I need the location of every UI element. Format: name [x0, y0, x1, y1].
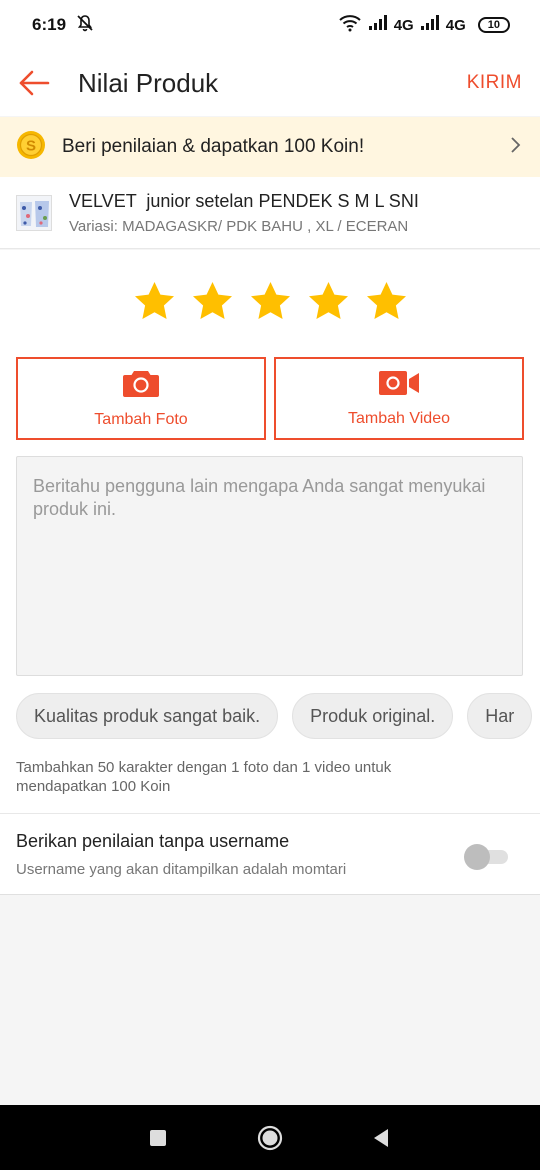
product-name: VELVET junior setelan PENDEK S M L SNI [69, 190, 419, 211]
suggestion-chip[interactable]: Har [467, 693, 533, 739]
product-thumbnail [16, 194, 52, 231]
suggestion-chip[interactable]: Kualitas produk sangat baik. [16, 693, 279, 739]
add-photo-label: Tambah Foto [94, 411, 188, 428]
home-icon[interactable] [257, 1125, 283, 1151]
signal-icon [420, 15, 440, 35]
coin-reward-banner[interactable]: S Beri penilaian & dapatkan 100 Koin! [0, 117, 540, 177]
camera-icon [122, 368, 160, 403]
anonymous-review-row: Berikan penilaian tanpa username Usernam… [0, 813, 540, 895]
anonymous-toggle[interactable] [464, 843, 508, 870]
wifi-icon [338, 14, 362, 36]
coin-symbol: S [26, 137, 36, 154]
video-camera-icon [378, 369, 420, 402]
star-icon[interactable] [133, 280, 176, 323]
product-summary: VELVET junior setelan PENDEK S M L SNI V… [0, 177, 540, 249]
coin-banner-text: Beri penilaian & dapatkan 100 Koin! [62, 136, 365, 157]
system-nav-bar [0, 1105, 540, 1170]
add-photo-button[interactable]: Tambah Foto [16, 357, 266, 440]
battery-icon: 10 [477, 17, 510, 33]
back-icon[interactable] [368, 1125, 394, 1151]
page-title: Nilai Produk [78, 67, 219, 98]
back-arrow-icon[interactable] [2, 50, 66, 116]
anonymous-description: Username yang akan ditampilkan adalah mo… [16, 861, 347, 878]
network-label-1: 4G [393, 16, 414, 34]
network-label-2: 4G [445, 16, 466, 34]
review-text-input[interactable]: Beritahu pengguna lain mengapa Anda sang… [16, 456, 523, 676]
chevron-right-icon [510, 136, 522, 159]
coin-icon: S [16, 130, 46, 165]
recent-apps-icon[interactable] [145, 1125, 171, 1151]
suggestion-chip[interactable]: Produk original. [292, 693, 454, 739]
star-rating [0, 280, 540, 323]
submit-button[interactable]: KIRIM [467, 72, 522, 94]
status-bar: 6:19 4G 4G 10 [0, 0, 540, 50]
suggestion-chips: Kualitas produk sangat baik. Produk orig… [16, 693, 533, 739]
coin-hint-text: Tambahkan 50 karakter dengan 1 foto dan … [16, 759, 392, 795]
mute-icon [76, 14, 94, 37]
star-icon[interactable] [191, 280, 234, 323]
signal-icon [368, 15, 388, 35]
status-time: 6:19 [32, 15, 67, 34]
add-video-label: Tambah Video [348, 410, 450, 427]
app-bar: Nilai Produk KIRIM [0, 50, 540, 116]
star-icon[interactable] [307, 280, 350, 323]
status-icons: 4G 4G 10 [338, 14, 510, 36]
star-icon[interactable] [365, 280, 408, 323]
anonymous-title: Berikan penilaian tanpa username [16, 831, 290, 851]
star-icon[interactable] [249, 280, 292, 323]
toggle-thumb [464, 844, 490, 870]
product-variant: Variasi: MADAGASKR/ PDK BAHU , XL / ECER… [69, 217, 409, 235]
review-placeholder: Beritahu pengguna lain mengapa Anda sang… [33, 476, 486, 519]
review-form: Tambah Foto Tambah Video Beritahu penggu… [0, 250, 540, 813]
add-video-button[interactable]: Tambah Video [274, 357, 524, 440]
